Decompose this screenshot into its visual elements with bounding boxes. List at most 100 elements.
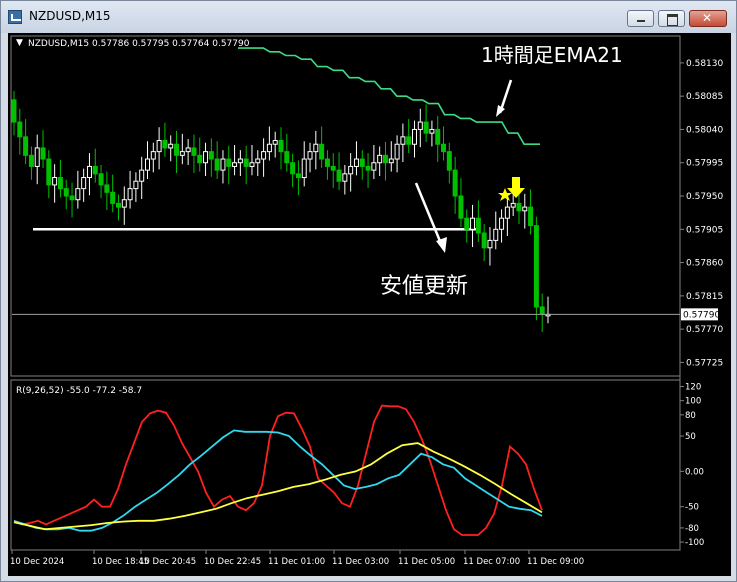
candle-body [423,121,429,134]
candle-body [168,143,174,149]
candle-body [121,199,127,208]
time-tick-label: 11 Dec 03:00 [332,557,389,567]
candle-body [197,154,203,164]
candle-body [330,165,336,171]
oscillator-tick-label: -100 [685,538,704,548]
candle-body [319,143,325,160]
ema-annotation-label: 1時間足EMA21 [481,43,623,67]
chart-canvas[interactable]: ▼ NZDUSD,M15 0.57786 0.57795 0.57764 0.5… [8,33,731,576]
current-price-label: 0.57790 [681,308,720,321]
oscillator-axis-ticks: 120 100 80 50 0.00 -50 -80 -100 [680,383,704,548]
maximize-button[interactable] [658,10,685,27]
candle-body [86,165,92,179]
svg-text:0.57790: 0.57790 [683,310,720,320]
candle-body [133,180,139,190]
time-tick-label: 10 Dec 20:45 [139,557,196,567]
candle-body [406,136,412,145]
candle-body [528,206,534,227]
candle-body [499,217,505,230]
candle-body [75,188,81,201]
minimize-button[interactable] [627,10,654,27]
candle-body [435,128,441,145]
candle-body [353,158,359,167]
candle-body [150,151,156,160]
price-tick-label: 0.57770 [686,325,723,335]
oscillator-header: R(9,26,52) -55.0 -77.2 -58.7 [16,386,142,396]
price-tick-label: 0.58040 [686,125,723,135]
candle-body [115,202,121,208]
candle-body [40,147,46,160]
oscillator-panel-frame [10,379,681,551]
price-tick-label: 0.57815 [686,292,723,302]
candle-body [243,158,249,167]
triangle-down-icon: ▼ [16,38,23,48]
time-tick-label: 10 Dec 2024 [10,557,64,567]
price-tick-label: 0.58085 [686,92,723,102]
candle-body [226,158,232,167]
candle-body [336,169,342,182]
candle-body [510,202,516,208]
time-tick-label: 11 Dec 01:00 [268,557,325,567]
candle-body [278,140,284,153]
candlestick-series [11,90,551,333]
oscillator-slow-line [13,442,543,531]
candle-body [539,306,545,315]
time-tick-label: 11 Dec 07:00 [463,557,520,567]
time-axis-labels: 10 Dec 2024 10 Dec 18:4510 Dec 20:45 10 De… [10,550,584,567]
candle-body [249,162,255,167]
candle-body [104,184,110,193]
candle-body [412,128,417,145]
candle-body [232,162,238,167]
candle-body [237,158,243,164]
candle-body [481,232,487,249]
chart-window: NZDUSD,M15 ▼ NZDUSD,M15 0.57786 0.57795 … [0,0,737,582]
candle-body [179,151,185,156]
oscillator-tick-label: -50 [685,503,699,513]
candle-body [504,206,510,219]
candle-body [348,165,354,175]
candle-body [417,121,423,130]
oscillator-tick-label: 80 [685,411,696,421]
candle-body [52,177,58,186]
price-panel-frame [10,35,681,377]
time-tick-label: 11 Dec 09:00 [527,557,584,567]
chart-area[interactable]: ▼ NZDUSD,M15 0.57786 0.57795 0.57764 0.5… [8,33,731,576]
candle-body [429,128,435,134]
price-tick-label: 0.58130 [686,59,723,69]
low-arrowhead-icon [436,237,447,253]
oscillator-mid-line [13,429,543,532]
candle-body [156,140,162,153]
candle-body [301,158,307,179]
candle-body [28,154,34,167]
candle-body [522,206,528,212]
candle-body [23,136,29,156]
candle-body [110,191,116,204]
price-tick-label: 0.57905 [686,225,723,235]
candle-body [342,173,348,182]
candle-body [516,202,522,212]
candle-body [458,195,464,219]
candle-body [493,228,499,241]
candle-body [365,165,371,171]
candle-body [284,151,290,164]
price-header: ▼ NZDUSD,M15 0.57786 0.57795 0.57764 0.5… [16,38,250,49]
candle-body [388,158,394,164]
candle-body [324,158,330,167]
price-tick-label: 0.57725 [686,358,723,368]
title-bar[interactable]: NZDUSD,M15 [1,1,736,33]
candle-body [359,158,365,167]
candle-body [81,177,87,190]
price-tick-label: 0.57860 [686,259,723,269]
sell-signal-arrow-icon [507,177,525,198]
candle-body [139,169,145,182]
candle-body [208,151,214,160]
candle-body [17,121,23,138]
time-tick-label: 10 Dec 22:45 [204,557,261,567]
oscillator-tick-label: 100 [685,397,701,407]
low-update-annotation-label: 安値更新 [380,274,468,299]
close-button[interactable] [689,10,727,27]
candle-body [191,147,197,156]
candle-body [533,225,539,308]
oscillator-tick-label: -80 [685,524,699,534]
oscillator-fast-line [13,404,543,536]
